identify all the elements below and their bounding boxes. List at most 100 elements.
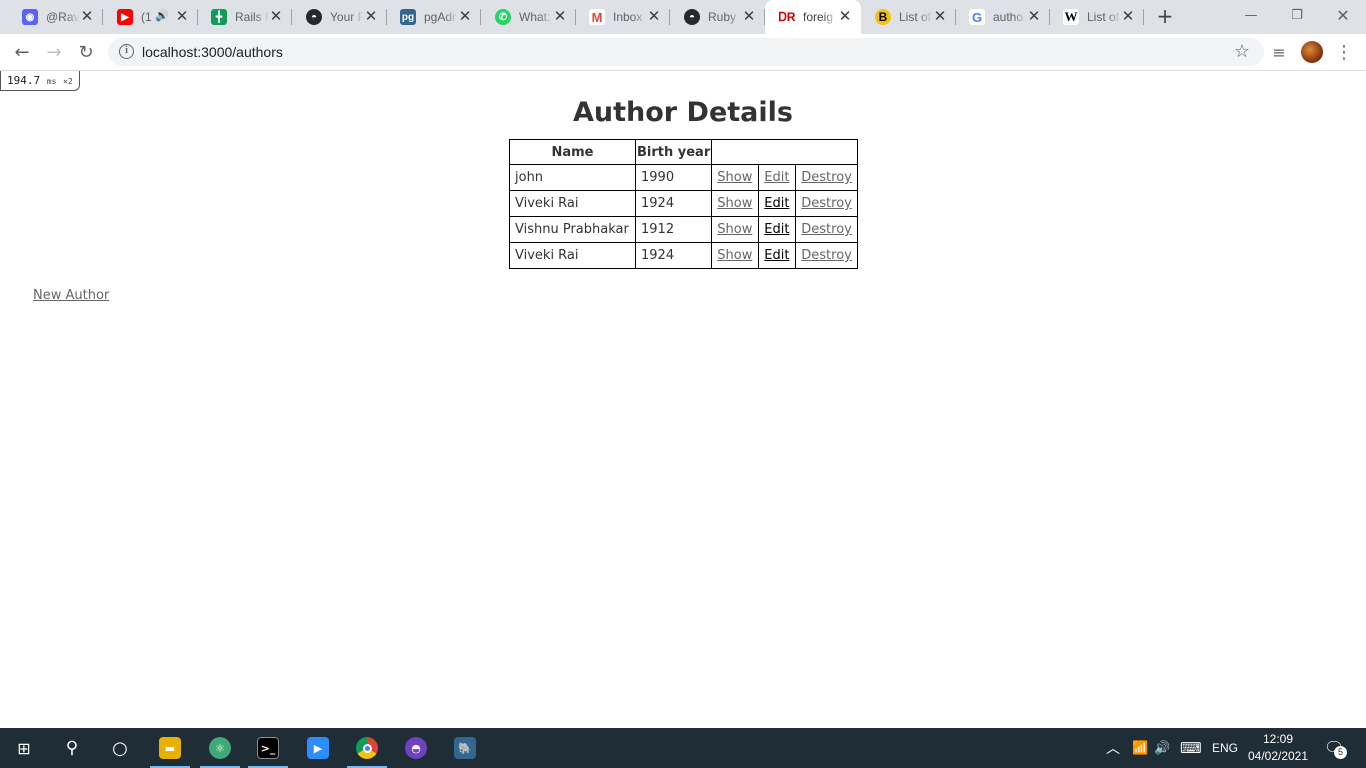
discord-icon: ◉ <box>22 9 38 25</box>
author-name: Vishnu Prabhakar <box>509 216 636 243</box>
taskbar-app-github-desktop[interactable]: ◓ <box>392 728 440 768</box>
page-title: Author Details <box>573 97 793 128</box>
edit-link[interactable]: Edit <box>764 196 789 211</box>
taskbar-app-zoom[interactable]: ▶ <box>294 728 342 768</box>
close-tab-icon[interactable]: ✕ <box>268 9 284 25</box>
taskbar-app-atom[interactable]: ⚛ <box>196 728 244 768</box>
forward-button[interactable]: → <box>40 38 68 66</box>
tab-title: Inbox <box>613 10 643 24</box>
table-header-row: Name Birth year <box>509 139 859 165</box>
edit-link[interactable]: Edit <box>764 170 789 185</box>
show-link[interactable]: Show <box>717 248 752 263</box>
show-hidden-icons-button[interactable]: ︿ <box>1106 728 1120 768</box>
search-button[interactable]: ⚲ <box>48 728 96 768</box>
taskbar-app-chrome[interactable] <box>343 728 391 768</box>
network-icon[interactable]: 📶 <box>1132 728 1148 768</box>
close-tab-icon[interactable]: ✕ <box>174 9 190 25</box>
close-tab-icon[interactable]: ✕ <box>552 9 568 25</box>
browser-tab[interactable]: G autho ✕ <box>955 0 1050 34</box>
postgresql-elephant-icon: 🐘 <box>454 737 476 759</box>
perf-count: ×2 <box>63 77 73 86</box>
url-text[interactable]: localhost:3000/authors <box>142 44 283 60</box>
browser-tab[interactable]: W List of ✕ <box>1049 0 1144 34</box>
destroy-link[interactable]: Destroy <box>801 248 852 263</box>
taskbar-app-file-explorer[interactable]: ▬ <box>146 728 194 768</box>
browser-tab[interactable]: pg pgAdr ✕ <box>386 0 481 34</box>
address-bar[interactable]: i localhost:3000/authors ☆ <box>108 38 1264 66</box>
atom-icon: ⚛ <box>209 737 231 759</box>
windows-logo-icon: ⊞ <box>17 738 31 758</box>
google-icon: G <box>969 9 985 25</box>
keyboard-icon[interactable]: ⌨ <box>1180 728 1202 768</box>
browser-tab[interactable]: M Inbox ✕ <box>575 0 670 34</box>
github-icon: ◓ <box>306 9 322 25</box>
show-link[interactable]: Show <box>717 170 752 185</box>
new-author-link[interactable]: New Author <box>33 288 109 303</box>
close-tab-icon[interactable]: ✕ <box>1120 9 1136 25</box>
browser-tab[interactable]: ◓ Ruby ✕ <box>670 0 765 34</box>
table-row: Viveki Rai 1924 Show Edit Destroy <box>509 242 859 269</box>
close-tab-icon[interactable]: ✕ <box>1026 9 1042 25</box>
file-explorer-icon: ▬ <box>159 737 181 759</box>
edit-link[interactable]: Edit <box>764 248 789 263</box>
wikipedia-icon: W <box>1063 9 1079 25</box>
close-tab-icon[interactable]: ✕ <box>646 9 662 25</box>
terminal-icon: >_ <box>257 737 279 759</box>
browser-tab[interactable]: ╋ Rails F ✕ <box>197 0 292 34</box>
pgadmin-icon: pg <box>400 9 416 25</box>
reload-button[interactable]: ↻ <box>72 38 100 66</box>
close-tab-icon[interactable]: ✕ <box>932 9 948 25</box>
page-content: Author Details Name Birth year john 1990… <box>0 71 1366 728</box>
destroy-link[interactable]: Destroy <box>801 196 852 211</box>
taskbar-clock[interactable]: 12:09 04/02/2021 <box>1244 731 1312 765</box>
close-tab-icon[interactable]: ✕ <box>79 9 95 25</box>
tab-title: Your F <box>330 10 364 24</box>
tab-title: @Rav <box>46 10 80 24</box>
table-row: john 1990 Show Edit Destroy <box>509 164 859 191</box>
chevron-up-icon: ︿ <box>1106 740 1120 756</box>
rack-mini-profiler-badge[interactable]: 194.7 ms ×2 <box>0 71 80 91</box>
browser-tab[interactable]: B List of ✕ <box>861 0 956 34</box>
table-row: Vishnu Prabhakar 1912 Show Edit Destroy <box>509 216 859 243</box>
volume-icon[interactable]: 🔊 <box>1154 728 1170 768</box>
destroy-link[interactable]: Destroy <box>801 170 852 185</box>
browser-tab[interactable]: ◓ Your F ✕ <box>292 0 387 34</box>
start-button[interactable]: ⊞ <box>0 728 48 768</box>
speaker-icon[interactable]: 🔊 <box>155 9 169 22</box>
profile-avatar[interactable] <box>1301 41 1323 63</box>
taskbar-app-terminal[interactable]: >_ <box>244 728 292 768</box>
taskbar-app-postgresql[interactable]: 🐘 <box>441 728 489 768</box>
media-control-icon[interactable]: ≡ <box>1267 40 1291 64</box>
show-link[interactable]: Show <box>717 196 752 211</box>
whatsapp-icon: ✆ <box>495 9 511 25</box>
menu-kebab-icon[interactable]: ⋮ <box>1332 40 1356 64</box>
github-desktop-icon: ◓ <box>405 737 427 759</box>
notification-count: 5 <box>1334 746 1347 759</box>
clock-time: 12:09 <box>1262 732 1294 746</box>
browser-tab-active[interactable]: ᎠR foreig ✕ <box>765 0 861 34</box>
cortana-button[interactable]: ○ <box>96 728 144 768</box>
close-tab-icon[interactable]: ✕ <box>837 9 853 25</box>
edit-link[interactable]: Edit <box>764 222 789 237</box>
close-tab-icon[interactable]: ✕ <box>457 9 473 25</box>
browser-tab[interactable]: ▶ (1 🔊 ✕ <box>103 0 198 34</box>
tab-strip: ◉ @Rav ✕ ▶ (1 🔊 ✕ ╋ Rails F ✕ ◓ Your F ✕… <box>0 0 1366 34</box>
language-indicator[interactable]: ENG <box>1212 728 1238 768</box>
new-tab-button[interactable]: + <box>1154 5 1176 27</box>
close-window-button[interactable]: ✕ <box>1320 0 1366 30</box>
destroy-link[interactable]: Destroy <box>801 222 852 237</box>
minimize-button[interactable]: — <box>1228 0 1274 30</box>
perf-unit: ms <box>46 77 57 86</box>
close-tab-icon[interactable]: ✕ <box>363 9 379 25</box>
back-button[interactable]: ← <box>8 38 36 66</box>
column-header-birth-year: Birth year <box>634 139 713 165</box>
show-link[interactable]: Show <box>717 222 752 237</box>
browser-tab[interactable]: ◉ @Rav ✕ <box>8 0 103 34</box>
close-tab-icon[interactable]: ✕ <box>741 9 757 25</box>
bookmark-star-icon[interactable]: ☆ <box>1234 41 1250 62</box>
restore-button[interactable]: ❐ <box>1274 0 1320 30</box>
browser-tab[interactable]: ✆ What: ✕ <box>481 0 576 34</box>
info-icon[interactable]: i <box>119 44 134 59</box>
tab-title: pgAdr <box>424 10 457 24</box>
action-center-button[interactable]: 🗨 5 <box>1324 728 1347 768</box>
